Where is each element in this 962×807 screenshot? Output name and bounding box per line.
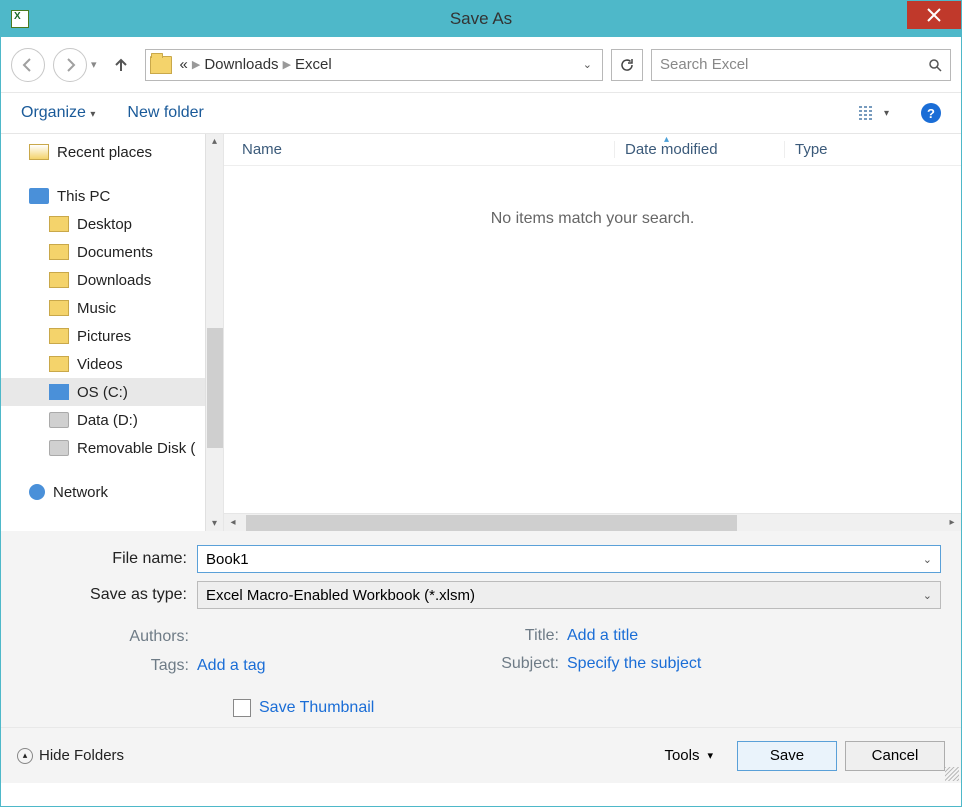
navigation-bar: ▾ « ▶ Downloads ▶ Excel ⌄ Search Excel xyxy=(1,37,961,93)
hide-folders-button[interactable]: ▴ Hide Folders xyxy=(17,747,124,764)
save-as-dialog: Save As ▾ « ▶ Downloads ▶ Excel ⌄ Search xyxy=(0,0,962,807)
scroll-down-icon: ▾ xyxy=(212,518,217,529)
tree-downloads[interactable]: Downloads xyxy=(1,266,205,294)
tags-field[interactable]: Add a tag xyxy=(197,657,266,675)
tags-label: Tags: xyxy=(1,657,197,675)
save-form: File name: Book1 ⌄ Save as type: Excel M… xyxy=(1,531,961,727)
tree-data-d[interactable]: Data (D:) xyxy=(1,406,205,434)
column-headers: ▴ Name Date modified Type xyxy=(224,134,961,166)
collapse-icon: ▴ xyxy=(17,748,33,764)
save-thumbnail-checkbox[interactable] xyxy=(233,699,251,717)
authors-label: Authors: xyxy=(1,628,197,646)
breadcrumb-downloads[interactable]: Downloads xyxy=(204,56,278,73)
view-list-icon xyxy=(858,105,878,121)
address-bar[interactable]: « ▶ Downloads ▶ Excel ⌄ xyxy=(145,49,603,81)
scroll-thumb[interactable] xyxy=(207,328,223,448)
tree-desktop[interactable]: Desktop xyxy=(1,210,205,238)
window-title: Save As xyxy=(1,9,961,29)
forward-button[interactable] xyxy=(53,48,87,82)
folder-icon xyxy=(49,216,69,232)
tree-this-pc[interactable]: This PC xyxy=(1,182,205,210)
folder-icon xyxy=(49,300,69,316)
recent-dropdown-icon[interactable]: ▾ xyxy=(91,58,97,71)
save-thumbnail-label[interactable]: Save Thumbnail xyxy=(259,699,374,717)
cancel-button[interactable]: Cancel xyxy=(845,741,945,771)
tree-recent-places[interactable]: Recent places xyxy=(1,138,205,166)
close-button[interactable] xyxy=(907,1,961,29)
search-icon xyxy=(928,58,942,72)
filename-input[interactable]: Book1 ⌄ xyxy=(197,545,941,573)
close-icon xyxy=(927,8,941,22)
chevron-down-icon[interactable]: ⌄ xyxy=(923,589,932,602)
folder-icon xyxy=(150,56,172,74)
subject-label: Subject: xyxy=(487,655,567,673)
column-date-modified[interactable]: Date modified xyxy=(614,141,784,158)
column-name[interactable]: Name xyxy=(224,141,614,158)
drive-icon xyxy=(49,440,69,456)
breadcrumb-ellipsis[interactable]: « xyxy=(180,56,188,73)
help-button[interactable]: ? xyxy=(921,103,941,123)
organize-menu[interactable]: Organize ▾ xyxy=(21,104,95,122)
refresh-button[interactable] xyxy=(611,49,643,81)
chevron-right-icon: ▶ xyxy=(283,58,291,71)
column-type[interactable]: Type xyxy=(784,141,961,158)
tree-music[interactable]: Music xyxy=(1,294,205,322)
tree-pictures[interactable]: Pictures xyxy=(1,322,205,350)
breadcrumb-excel[interactable]: Excel xyxy=(295,56,332,73)
tree-documents[interactable]: Documents xyxy=(1,238,205,266)
scroll-up-icon: ▴ xyxy=(212,136,217,147)
filename-label: File name: xyxy=(1,550,197,568)
savetype-select[interactable]: Excel Macro-Enabled Workbook (*.xlsm) ⌄ xyxy=(197,581,941,609)
pc-icon xyxy=(29,188,49,204)
authors-field[interactable] xyxy=(197,627,377,647)
tools-menu[interactable]: Tools▾ xyxy=(664,747,713,764)
recent-places-icon xyxy=(29,144,49,160)
chevron-right-icon: ▶ xyxy=(192,58,200,71)
network-icon xyxy=(29,484,45,500)
explorer-split: Recent places This PC Desktop Documents … xyxy=(1,133,961,531)
scroll-right-icon: ▸ xyxy=(943,517,961,528)
file-list-pane: ▴ Name Date modified Type No items match… xyxy=(223,134,961,531)
folder-icon xyxy=(49,356,69,372)
savetype-label: Save as type: xyxy=(1,586,197,604)
tree-removable[interactable]: Removable Disk ( xyxy=(1,434,205,462)
chevron-down-icon[interactable]: ⌄ xyxy=(923,553,932,566)
empty-message: No items match your search. xyxy=(224,210,961,228)
new-folder-button[interactable]: New folder xyxy=(127,104,203,122)
arrow-up-icon xyxy=(113,57,129,73)
save-button[interactable]: Save xyxy=(737,741,837,771)
subject-field[interactable]: Specify the subject xyxy=(567,655,701,673)
horizontal-scrollbar[interactable]: ◂ ▸ xyxy=(224,513,961,531)
search-input[interactable]: Search Excel xyxy=(651,49,951,81)
up-button[interactable] xyxy=(109,53,133,77)
arrow-left-icon xyxy=(20,57,36,73)
title-label: Title: xyxy=(487,627,567,645)
search-placeholder: Search Excel xyxy=(660,56,748,73)
help-icon: ? xyxy=(927,106,935,121)
titlebar: Save As xyxy=(1,1,961,37)
title-field[interactable]: Add a title xyxy=(567,627,638,645)
folder-icon xyxy=(49,244,69,260)
navigation-pane: Recent places This PC Desktop Documents … xyxy=(1,134,223,531)
refresh-icon xyxy=(619,57,635,73)
hscroll-thumb[interactable] xyxy=(246,515,737,531)
resize-grip[interactable] xyxy=(945,767,959,781)
scroll-left-icon: ◂ xyxy=(224,517,242,528)
folder-icon xyxy=(49,272,69,288)
back-button[interactable] xyxy=(11,48,45,82)
drive-icon xyxy=(49,412,69,428)
command-bar: Organize ▾ New folder ▾ ? xyxy=(1,93,961,133)
windows-drive-icon xyxy=(49,384,69,400)
view-options-button[interactable]: ▾ xyxy=(858,105,889,121)
tree-scrollbar[interactable]: ▴ ▾ xyxy=(205,134,223,531)
folder-icon xyxy=(49,328,69,344)
arrow-right-icon xyxy=(62,57,78,73)
tree-os-c[interactable]: OS (C:) xyxy=(1,378,205,406)
tree-network[interactable]: Network xyxy=(1,478,205,506)
dialog-footer: ▴ Hide Folders Tools▾ Save Cancel xyxy=(1,727,961,783)
excel-app-icon xyxy=(11,10,29,28)
sort-indicator-icon: ▴ xyxy=(664,134,669,145)
address-dropdown-icon[interactable]: ⌄ xyxy=(577,58,598,71)
tree-videos[interactable]: Videos xyxy=(1,350,205,378)
